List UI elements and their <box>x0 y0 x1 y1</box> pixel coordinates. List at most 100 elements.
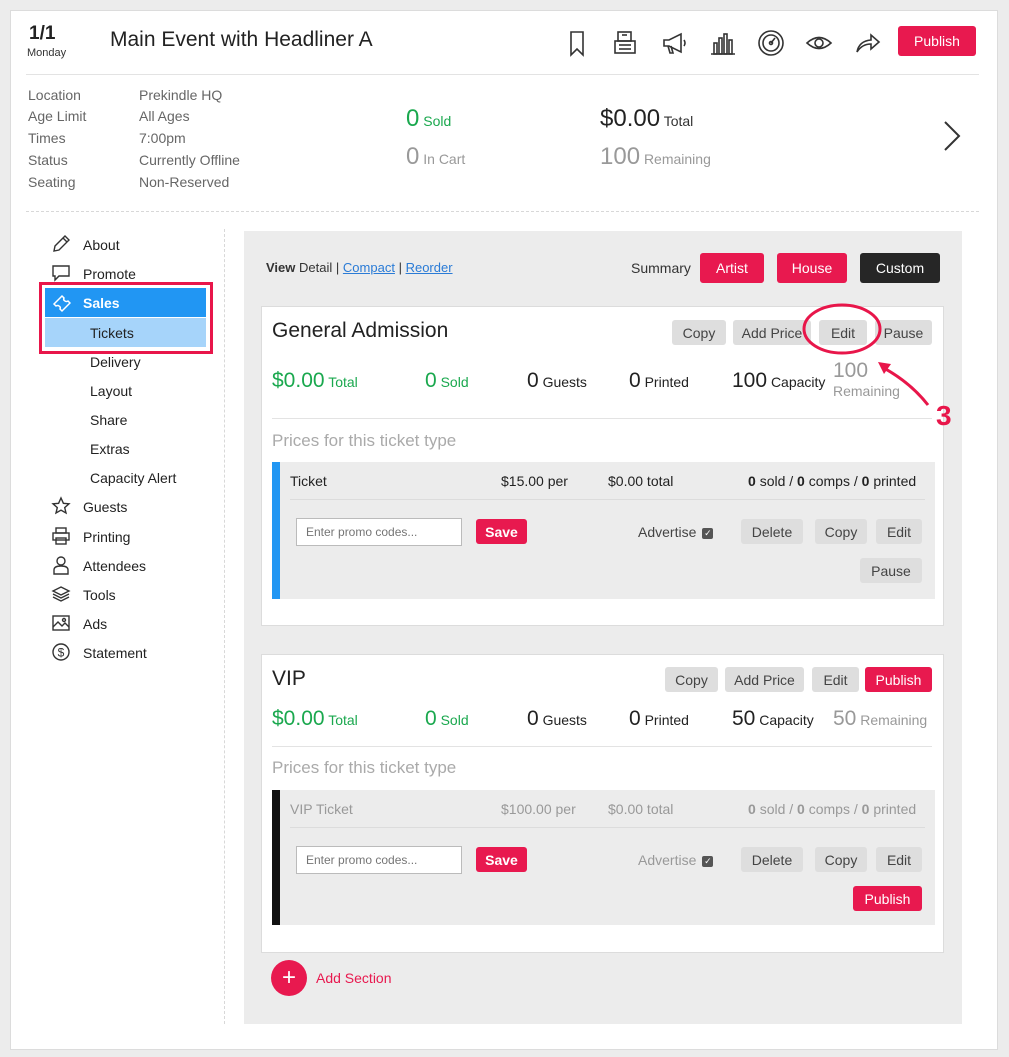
publish-price-button[interactable]: Publish <box>853 886 922 911</box>
view-mode-bar: View Detail | Compact | Reorder <box>266 260 453 275</box>
save-promo-button[interactable]: Save <box>476 847 527 872</box>
add-price-button[interactable]: Add Price <box>725 667 804 692</box>
sidebar-item-label: Promote <box>83 266 136 282</box>
price-per: $100.00 per <box>501 801 576 817</box>
sidebar-item-label: Sales <box>83 294 120 311</box>
bar-chart-icon[interactable] <box>708 28 738 58</box>
view-compact-link[interactable]: Compact <box>343 260 395 275</box>
sidebar-item-about[interactable]: About <box>51 232 120 258</box>
promo-code-input[interactable] <box>296 518 462 546</box>
save-promo-button[interactable]: Save <box>476 519 527 544</box>
annotation-3: 3 <box>936 400 952 431</box>
delete-price-button[interactable]: Delete <box>741 519 803 544</box>
sidebar-item-statement[interactable]: $ Statement <box>51 640 147 666</box>
section-total-stat: $0.00 Total <box>272 369 358 393</box>
megaphone-icon[interactable] <box>659 28 689 58</box>
publish-button[interactable]: Publish <box>898 26 976 56</box>
event-total-stat: $0.00 Total <box>600 105 693 133</box>
sidebar-subitem-extras[interactable]: Extras <box>90 441 130 457</box>
price-total: $0.00 total <box>608 801 674 817</box>
sidebar-item-label: Ads <box>83 616 108 632</box>
eye-icon[interactable] <box>804 28 834 58</box>
sidebar-subitem-layout[interactable]: Layout <box>90 383 132 399</box>
chevron-right-icon[interactable] <box>939 116 965 156</box>
promo-code-input[interactable] <box>296 846 462 874</box>
sidebar-item-tools[interactable]: Tools <box>51 582 116 608</box>
share-icon[interactable] <box>853 28 883 58</box>
sidebar-subitem-capacity-alert[interactable]: Capacity Alert <box>90 470 176 486</box>
image-icon <box>51 613 73 635</box>
weekday: Monday <box>27 47 67 59</box>
price-sold-label: sold / <box>759 801 794 817</box>
pause-price-button[interactable]: Pause <box>860 558 922 583</box>
ticket-section-vip: VIP Copy Add Price Edit Publish $0.00 To… <box>261 654 944 953</box>
section-sold-stat: 0 Sold <box>425 369 469 393</box>
advertise-toggle[interactable]: Advertise ✓ <box>638 524 714 540</box>
edit-section-button[interactable]: Edit <box>812 667 859 692</box>
info-label-location: Location <box>28 87 81 103</box>
section-title: VIP <box>272 667 306 690</box>
price-status-bar <box>272 462 280 599</box>
sidebar-subitem-share[interactable]: Share <box>90 412 127 428</box>
price-comps-count: 0 <box>797 801 805 817</box>
section-guests-label: Guests <box>542 712 587 728</box>
register-icon[interactable] <box>610 28 640 58</box>
view-divider: | <box>398 260 402 275</box>
prices-heading: Prices for this ticket type <box>272 431 457 450</box>
section-guests-stat: 0 Guests <box>527 369 587 393</box>
date-counter: 1/1 <box>29 23 56 44</box>
price-comps-count: 0 <box>797 473 805 489</box>
copy-section-button[interactable]: Copy <box>665 667 718 692</box>
section-guests-label: Guests <box>542 374 587 390</box>
section-capacity-label: Capacity <box>759 712 814 728</box>
section-title: General Admission <box>272 319 449 342</box>
custom-summary-button[interactable]: Custom <box>860 253 940 283</box>
sidebar-item-label: Statement <box>83 645 147 661</box>
info-label-status: Status <box>28 152 68 168</box>
house-summary-button[interactable]: House <box>777 253 847 283</box>
view-reorder-link[interactable]: Reorder <box>406 260 453 275</box>
price-status-bar <box>272 790 280 925</box>
price-row-ticket: Ticket $15.00 per $0.00 total 0 sold / 0… <box>272 462 935 599</box>
delete-price-button[interactable]: Delete <box>741 847 803 872</box>
copy-price-button[interactable]: Copy <box>815 519 867 544</box>
section-capacity-stat: 50 Capacity <box>732 707 814 731</box>
price-printed-count: 0 <box>861 473 870 489</box>
header-divider <box>26 74 979 75</box>
sidebar-item-guests[interactable]: Guests <box>51 494 127 520</box>
info-value-status: Currently Offline <box>139 152 240 168</box>
section-printed-value: 0 <box>629 707 641 730</box>
copy-price-button[interactable]: Copy <box>815 847 867 872</box>
sidebar-subitem-tickets[interactable]: Tickets <box>45 318 206 347</box>
view-label: View <box>266 260 296 275</box>
info-value-age: All Ages <box>139 108 190 124</box>
add-section-button[interactable]: + Add Section <box>271 960 392 996</box>
sidebar-item-sales[interactable]: Sales <box>45 288 206 317</box>
edit-price-button[interactable]: Edit <box>876 519 922 544</box>
section-printed-stat: 0 Printed <box>629 707 689 731</box>
price-sold-label: sold / <box>759 473 794 489</box>
prices-heading: Prices for this ticket type <box>272 758 457 777</box>
publish-section-button[interactable]: Publish <box>865 667 932 692</box>
gauge-icon[interactable] <box>756 28 786 58</box>
checkbox-checked-icon[interactable]: ✓ <box>702 527 714 539</box>
sidebar-item-printing[interactable]: Printing <box>51 524 130 550</box>
bookmark-icon[interactable] <box>562 28 592 58</box>
section-printed-label: Printed <box>644 712 689 728</box>
section-guests-stat: 0 Guests <box>527 707 587 731</box>
sidebar-item-ads[interactable]: Ads <box>51 611 107 637</box>
section-guests-value: 0 <box>527 707 539 730</box>
section-total-value: $0.00 <box>272 707 325 730</box>
advertise-toggle[interactable]: Advertise ✓ <box>638 852 714 868</box>
price-row-divider <box>290 499 925 500</box>
layers-icon <box>51 584 73 606</box>
info-value-seating: Non-Reserved <box>139 174 230 190</box>
edit-price-button[interactable]: Edit <box>876 847 922 872</box>
artist-summary-button[interactable]: Artist <box>700 253 764 283</box>
checkbox-checked-icon[interactable]: ✓ <box>702 855 714 867</box>
sidebar-item-attendees[interactable]: Attendees <box>51 553 146 579</box>
info-label-seating: Seating <box>28 174 76 190</box>
copy-section-button[interactable]: Copy <box>672 320 726 345</box>
sidebar-subitem-delivery[interactable]: Delivery <box>90 354 141 370</box>
info-label-age: Age Limit <box>28 108 87 124</box>
